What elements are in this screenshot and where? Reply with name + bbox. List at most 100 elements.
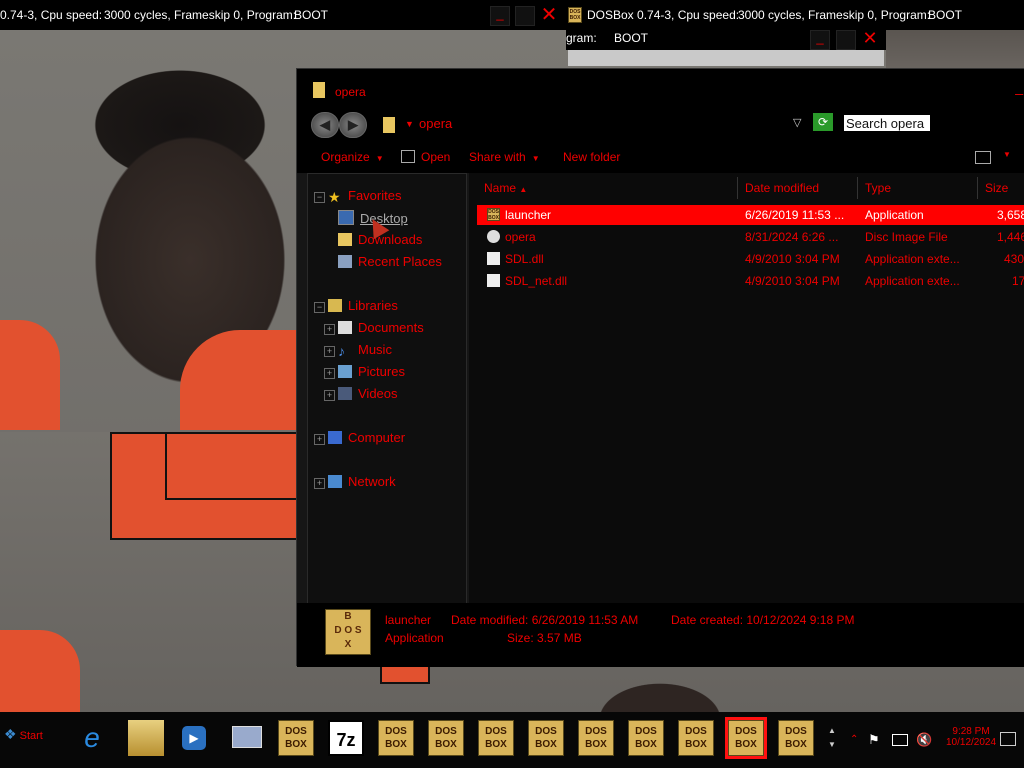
back-button[interactable]: ◀ [311, 112, 339, 138]
maximize-button[interactable] [515, 6, 535, 26]
file-type: Application exte... [865, 252, 960, 266]
window-title: opera [335, 85, 366, 99]
folder-icon [313, 82, 325, 98]
dosbox-titlebar[interactable]: gram: BOOT _ ✕ [566, 28, 886, 50]
show-desktop-icon[interactable] [1000, 732, 1016, 746]
expand-toggle[interactable]: + [324, 390, 335, 401]
sidebar-item-favorites[interactable]: ★ Favorites [328, 188, 401, 205]
column-divider[interactable] [977, 177, 978, 199]
file-row-sdl-net-dll[interactable]: SDL_net.dll 4/9/2010 3:04 PM Application… [477, 271, 1024, 291]
background-image-fragment [0, 630, 80, 712]
sidebar-item-music[interactable]: ♪ Music [338, 342, 392, 359]
close-button[interactable]: ✕ [540, 5, 558, 25]
column-header-type[interactable]: Type [865, 181, 891, 195]
expand-toggle[interactable]: + [324, 324, 335, 335]
background-image-fragment [0, 320, 60, 430]
dosbox-screen [568, 50, 884, 66]
organize-button[interactable]: Organize ▼ [321, 150, 384, 164]
file-row-opera[interactable]: opera 8/31/2024 6:26 ... Disc Image File… [477, 227, 1024, 247]
dosbox-taskbar-icon[interactable]: DOS BOX [278, 720, 314, 756]
minimize-button[interactable]: _ [1015, 79, 1023, 95]
internet-explorer-icon[interactable]: e [74, 720, 110, 756]
new-folder-button[interactable]: New folder [563, 150, 620, 164]
share-with-button[interactable]: Share with ▼ [469, 150, 540, 164]
7zip-icon[interactable]: 7z [328, 720, 364, 756]
dosbox-titlebar[interactable]: DOS BOX DOSBox 0.74-3, Cpu speed: 3000 c… [566, 0, 1024, 30]
sidebar-item-documents[interactable]: Documents [338, 320, 424, 335]
file-explorer-icon[interactable] [128, 720, 164, 756]
sidebar-item-network[interactable]: Network [328, 474, 396, 489]
documents-icon [338, 321, 352, 334]
dosbox-taskbar-icon[interactable]: DOS BOX [378, 720, 414, 756]
dosbox-titlebar[interactable]: 0.74-3, Cpu speed: 3000 cycles, Frameski… [0, 0, 566, 30]
sidebar-item-videos[interactable]: Videos [338, 386, 398, 401]
breadcrumb-opera[interactable]: opera [419, 116, 452, 131]
sidebar-item-label: Computer [348, 430, 406, 445]
file-name: SDL_net.dll [505, 274, 568, 288]
command-bar: Organize ▼ Open Share with ▼ New folder ▼ [297, 141, 1024, 173]
close-button[interactable]: ✕ [861, 29, 879, 47]
collapse-toggle[interactable]: − [314, 302, 325, 313]
column-header-size[interactable]: Size [985, 181, 1008, 195]
column-header-date[interactable]: Date modified [745, 181, 819, 195]
dosbox-taskbar-icon[interactable]: DOS BOX [528, 720, 564, 756]
column-divider[interactable] [737, 177, 738, 199]
breadcrumb-chevron-icon[interactable]: ▼ [405, 119, 414, 129]
search-box[interactable] [844, 115, 1024, 133]
dosbox-program: BOOT [294, 8, 329, 22]
clock[interactable]: 9:28 PM 10/12/2024 [946, 726, 996, 748]
dosbox-taskbar-icon[interactable]: DOS BOX [478, 720, 514, 756]
window-titlebar[interactable]: opera _ [297, 69, 1024, 105]
navigation-bar: ◀ ▶ ▼ opera ▽ ⟳ [297, 105, 1024, 141]
chevron-down-icon[interactable]: ▼ [1003, 150, 1011, 159]
file-row-launcher[interactable]: DOS BOX launcher 6/26/2019 11:53 ... App… [477, 205, 1024, 225]
dosbox-taskbar-icon[interactable]: DOS BOX [428, 720, 464, 756]
expand-toggle[interactable]: + [314, 478, 325, 489]
network-status-icon[interactable] [892, 734, 908, 746]
dll-file-icon [487, 252, 500, 265]
minimize-button[interactable]: _ [810, 30, 830, 50]
file-date: 4/9/2010 3:04 PM [745, 252, 840, 266]
maximize-button[interactable] [836, 30, 856, 50]
search-input[interactable] [844, 115, 930, 131]
dosbox-taskbar-icon[interactable]: DOS BOX [778, 720, 814, 756]
column-header-name[interactable]: Name ▲ [484, 181, 527, 195]
view-options-icon[interactable] [975, 151, 991, 164]
start-button[interactable]: ❖ Start [4, 726, 43, 743]
open-button[interactable]: Open [401, 150, 450, 164]
sidebar-item-libraries[interactable]: Libraries [328, 298, 398, 313]
media-player-icon[interactable]: ▶ [176, 720, 212, 756]
show-hidden-icons-icon[interactable]: ⌃ [850, 734, 858, 745]
forward-button[interactable]: ▶ [339, 112, 367, 138]
taskbar: ❖ Start e ▶ DOS BOX 7z DOS BOX DOS BOX D… [0, 712, 1024, 768]
taskbar-scroll-icon[interactable]: ▲ ▼ [828, 724, 836, 752]
file-row-sdl-dll[interactable]: SDL.dll 4/9/2010 3:04 PM Application ext… [477, 249, 1024, 269]
refresh-button[interactable]: ⟳ [813, 113, 833, 131]
file-size: 3,658 [997, 208, 1024, 222]
file-date: 8/31/2024 6:26 ... [745, 230, 839, 244]
navigation-pane: − ★ Favorites Desktop Downloads Recent Pl… [307, 173, 467, 605]
computer-icon [328, 431, 342, 444]
expand-toggle[interactable]: + [324, 368, 335, 379]
expand-toggle[interactable]: + [314, 434, 325, 445]
details-date-created: Date created: 10/12/2024 9:18 PM [671, 613, 855, 627]
dosbox-taskbar-icon[interactable]: DOS BOX [628, 720, 664, 756]
sidebar-item-computer[interactable]: Computer [328, 430, 405, 445]
sidebar-item-pictures[interactable]: Pictures [338, 364, 405, 379]
expand-toggle[interactable]: + [324, 346, 335, 357]
minimize-button[interactable]: _ [490, 6, 510, 26]
sidebar-item-recent-places[interactable]: Recent Places [338, 254, 442, 269]
column-divider[interactable] [857, 177, 858, 199]
open-label: Open [421, 150, 451, 164]
dosbox-taskbar-icon-active[interactable]: DOS BOX [725, 717, 767, 759]
volume-muted-icon[interactable]: 🔇 [916, 732, 932, 748]
chevron-down-icon: ▼ [531, 154, 540, 163]
clock-time: 9:28 PM [952, 726, 990, 737]
dosbox-taskbar-icon[interactable]: DOS BOX [578, 720, 614, 756]
address-dropdown-icon[interactable]: ▽ [793, 116, 801, 129]
action-center-flag-icon[interactable]: ⚑ [868, 732, 880, 748]
collapse-toggle[interactable]: − [314, 192, 325, 203]
network-computer-icon[interactable] [228, 720, 264, 756]
dosbox-taskbar-icon[interactable]: DOS BOX [678, 720, 714, 756]
desktop-icon [338, 210, 354, 225]
